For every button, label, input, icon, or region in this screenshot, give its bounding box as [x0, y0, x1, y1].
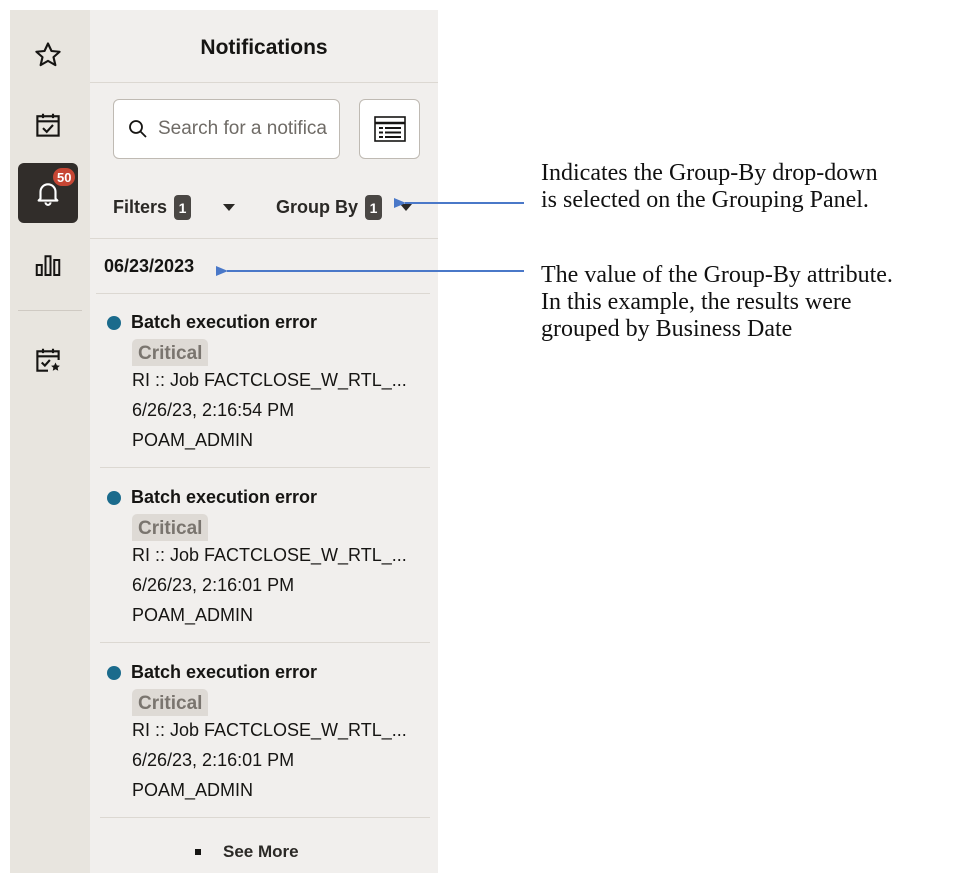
panel-title: Notifications — [200, 36, 328, 59]
notification-title: Batch execution error — [131, 662, 318, 682]
notification-count-badge: 50 — [51, 166, 78, 188]
notification-title: Batch execution error — [131, 312, 318, 332]
rail-divider — [18, 310, 82, 311]
tasks-button[interactable] — [18, 95, 78, 155]
favorite-tasks-button[interactable] — [18, 330, 78, 390]
unread-dot-icon — [107, 315, 121, 330]
star-icon — [35, 42, 61, 67]
callout-line: The value of the Group-By attribute. — [541, 262, 893, 288]
search-input[interactable]: Search for a notifica — [113, 99, 340, 159]
severity-badge: Critical — [132, 339, 209, 366]
unread-dot-icon — [107, 665, 121, 680]
header-divider — [90, 82, 438, 83]
notification-item[interactable]: Batch execution error Critical RI :: Job… — [107, 312, 428, 455]
group-by-label: Group By — [276, 197, 359, 217]
notification-timestamp: 6/26/23, 2:16:01 PM — [132, 575, 295, 595]
group-divider — [96, 293, 430, 294]
callout-line: grouped by Business Date — [541, 316, 793, 342]
notification-user: POAM_ADMIN — [132, 430, 254, 450]
notification-message: RI :: Job FACTCLOSE_W_RTL_... — [132, 720, 407, 740]
notification-timestamp: 6/26/23, 2:16:54 PM — [132, 400, 295, 420]
search-icon — [129, 120, 147, 138]
grouping-panel-button[interactable] — [359, 99, 420, 159]
favorites-button[interactable] — [18, 25, 78, 85]
notification-message: RI :: Job FACTCLOSE_W_RTL_... — [132, 370, 407, 390]
filters-label: Filters — [113, 197, 168, 217]
filters-dropdown[interactable]: Filters 1 — [113, 195, 236, 220]
chevron-down-icon — [400, 204, 413, 211]
unread-dot-icon — [107, 490, 121, 505]
notification-user: POAM_ADMIN — [132, 780, 254, 800]
calendar-check-icon — [36, 113, 60, 137]
chevron-down-icon — [223, 204, 236, 211]
callout-line: is selected on the Grouping Panel. — [541, 187, 869, 213]
severity-badge: Critical — [132, 514, 209, 541]
notification-message: RI :: Job FACTCLOSE_W_RTL_... — [132, 545, 407, 565]
see-more-link[interactable]: See More — [195, 842, 299, 862]
square-bullet-icon — [195, 849, 201, 855]
item-divider — [100, 642, 430, 643]
notifications-panel: Notifications Search for a notifica Filt… — [90, 10, 438, 873]
calendar-star-icon — [36, 348, 60, 372]
search-placeholder: Search for a notifica — [158, 118, 327, 139]
notification-user: POAM_ADMIN — [132, 605, 254, 625]
group-by-count-badge: 1 — [365, 195, 383, 220]
callout-line: In this example, the results were — [541, 289, 852, 315]
navigation-rail: 50 — [10, 10, 90, 873]
list-view-icon — [373, 116, 406, 142]
notification-item[interactable]: Batch execution error Critical RI :: Job… — [107, 487, 428, 630]
item-divider — [100, 467, 430, 468]
reports-button[interactable] — [18, 235, 78, 295]
notification-timestamp: 6/26/23, 2:16:01 PM — [132, 750, 295, 770]
notification-item[interactable]: Batch execution error Critical RI :: Job… — [107, 662, 428, 805]
see-more-label: See More — [223, 842, 299, 861]
notification-title: Batch execution error — [131, 487, 318, 507]
bar-chart-icon — [35, 255, 61, 276]
filter-divider — [90, 238, 438, 239]
filters-count-badge: 1 — [174, 195, 192, 220]
group-by-callout: Indicates the Group-By drop-down is sele… — [541, 160, 878, 214]
severity-badge: Critical — [132, 689, 209, 716]
callout-line: Indicates the Group-By drop-down — [541, 160, 878, 186]
group-by-dropdown[interactable]: Group By 1 — [276, 195, 413, 220]
item-divider — [100, 817, 430, 818]
notifications-button[interactable]: 50 — [18, 163, 78, 223]
group-value-callout: The value of the Group-By attribute. In … — [541, 262, 893, 343]
group-header-date: 06/23/2023 — [104, 256, 195, 276]
